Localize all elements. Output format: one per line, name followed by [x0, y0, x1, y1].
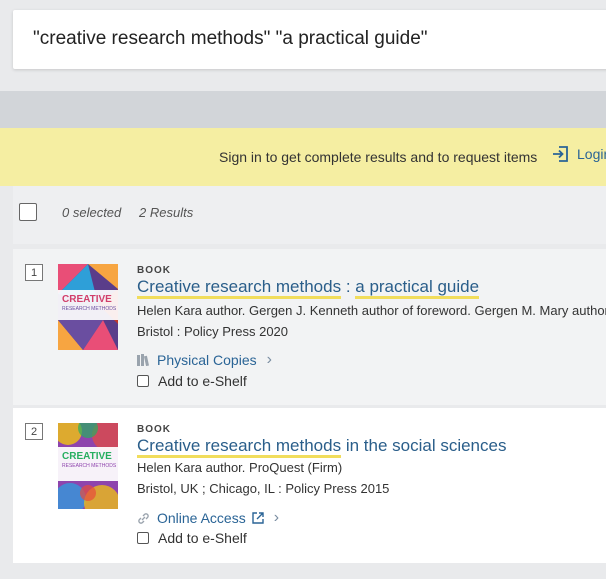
add-to-eshelf[interactable]: Add to e-Shelf — [137, 373, 247, 389]
add-to-eshelf[interactable]: Add to e-Shelf — [137, 530, 247, 546]
result-title-link[interactable]: Creative research methods : a practical … — [137, 277, 480, 299]
results-count: 2 Results — [139, 205, 194, 220]
book-stack-icon — [137, 354, 150, 366]
result-number[interactable]: 1 — [25, 264, 43, 281]
link-icon — [137, 512, 150, 525]
title-separator: : — [341, 277, 356, 296]
result-authors: Helen Kara author. ProQuest (Firm) — [137, 460, 343, 475]
login-icon — [553, 146, 568, 162]
selected-count: 0 selected — [62, 205, 122, 220]
eshelf-label: Add to e-Shelf — [158, 373, 247, 389]
book-cover-image[interactable]: CREATIVE RESEARCH METHODS — [58, 423, 118, 509]
cover-subtitle: RESEARCH METHODS — [62, 463, 117, 469]
title-highlight: Creative research methods — [137, 277, 342, 299]
external-link-icon — [252, 512, 264, 524]
result-publisher: Bristol, UK ; Chicago, IL : Policy Press… — [137, 481, 390, 496]
signin-message: Sign in to get complete results and to r… — [219, 149, 538, 165]
login-label: Login — [577, 146, 606, 162]
eshelf-checkbox[interactable] — [137, 375, 149, 387]
eshelf-checkbox[interactable] — [137, 532, 149, 544]
result-type: BOOK — [137, 424, 171, 435]
chevron-right-icon: › — [273, 509, 280, 526]
signin-banner: Sign in to get complete results and to r… — [0, 128, 606, 186]
title-rest: in the social sciences — [341, 436, 507, 455]
result-authors: Helen Kara author. Gergen J. Kenneth aut… — [137, 303, 606, 318]
select-all-checkbox[interactable] — [19, 203, 37, 221]
result-item: 1 CREATIVE RESEARCH METHODS BOOK Creativ… — [13, 249, 606, 405]
cover-title: CREATIVE — [62, 451, 112, 462]
results-toolbar: 0 selected 2 Results — [13, 186, 606, 244]
chevron-right-icon: › — [266, 351, 272, 368]
cover-title: CREATIVE — [62, 294, 112, 305]
access-label: Online Access — [157, 510, 246, 526]
result-title-link[interactable]: Creative research methods in the social … — [137, 436, 507, 458]
result-number[interactable]: 2 — [25, 423, 43, 440]
title-highlight: Creative research methods — [137, 436, 342, 458]
eshelf-label: Add to e-Shelf — [158, 530, 247, 546]
search-query-text[interactable]: "creative research methods" "a practical… — [33, 28, 428, 50]
book-cover-image[interactable]: CREATIVE RESEARCH METHODS — [58, 264, 118, 350]
search-box[interactable]: "creative research methods" "a practical… — [13, 10, 606, 69]
result-publisher: Bristol : Policy Press 2020 — [137, 324, 289, 339]
result-item: 2 CREATIVE RESEARCH METHODS BOOK Creativ… — [13, 408, 606, 563]
header-band — [0, 91, 606, 128]
access-label: Physical Copies — [157, 352, 257, 368]
login-button[interactable]: Login — [552, 145, 606, 163]
cover-subtitle: RESEARCH METHODS — [62, 306, 117, 312]
online-access-link[interactable]: Online Access › — [137, 509, 279, 527]
title-highlight: a practical guide — [355, 277, 480, 299]
result-type: BOOK — [137, 265, 171, 276]
physical-copies-link[interactable]: Physical Copies › — [137, 351, 272, 369]
